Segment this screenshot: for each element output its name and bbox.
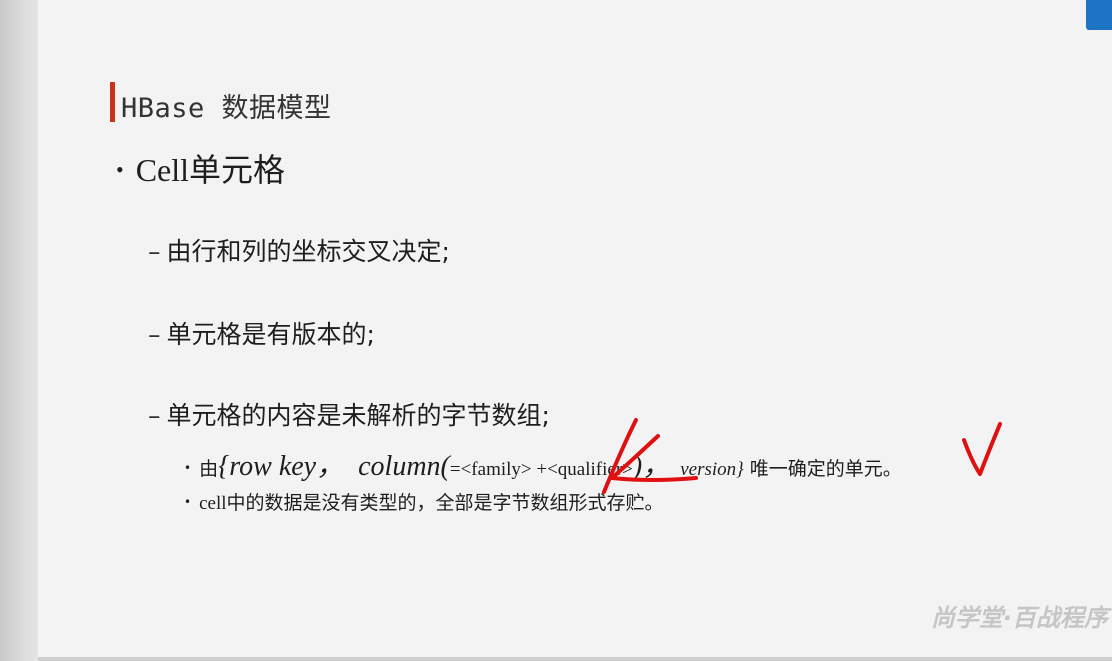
subitem-3-text: 单元格的内容是未解析的字节数组; bbox=[166, 401, 550, 430]
subitem-1-text: 由行和列的坐标交叉决定; bbox=[166, 237, 450, 266]
subitem-3: – 单元格的内容是未解析的字节数组; bbox=[148, 396, 550, 432]
detail-suffix: 唯一确定的单元。 bbox=[749, 458, 902, 480]
detail-rowkey: {row key， bbox=[218, 451, 345, 482]
detail-no-type: • cell中的数据是没有类型的，全部是字节数组形式存贮。 bbox=[184, 488, 664, 515]
detail-no-type-text: 中的数据是没有类型的，全部是字节数组形式存贮。 bbox=[226, 492, 664, 514]
detail-column: column( bbox=[358, 451, 450, 482]
detail-version: version} bbox=[680, 459, 744, 480]
subitem-1: – 由行和列的坐标交叉决定; bbox=[148, 232, 450, 268]
dash-marker: – bbox=[148, 401, 161, 430]
title-accent-bar bbox=[110, 82, 115, 122]
subitem-2-text: 单元格是有版本的; bbox=[166, 320, 375, 349]
subitem-2: – 单元格是有版本的; bbox=[148, 315, 375, 351]
slide-title: HBase 数据模型 bbox=[121, 93, 332, 124]
detail-prefix: 由 bbox=[199, 458, 219, 480]
detail-unique-cell: • 由{row key， column(=<family> +<qualifier>… bbox=[184, 444, 902, 484]
dash-marker: – bbox=[148, 237, 161, 266]
corner-tab bbox=[1086, 0, 1112, 30]
bullet-dot: • bbox=[116, 157, 124, 182]
bullet-cell: • Cell单元格 bbox=[116, 145, 285, 191]
detail-close: )， bbox=[632, 451, 671, 482]
detail-family-qualifier: =<family> +<qualifier> bbox=[449, 459, 633, 480]
detail-cell-word: cell bbox=[199, 493, 227, 514]
window-left-edge bbox=[0, 0, 38, 661]
bullet-dot: • bbox=[184, 495, 192, 509]
dash-marker: – bbox=[148, 320, 161, 349]
bullet-dot: • bbox=[184, 461, 192, 475]
bottom-edge bbox=[38, 657, 1112, 661]
watermark-logo: 尚学堂·百战程序 bbox=[930, 604, 1108, 632]
bullet-cell-text: Cell单元格 bbox=[135, 152, 286, 188]
